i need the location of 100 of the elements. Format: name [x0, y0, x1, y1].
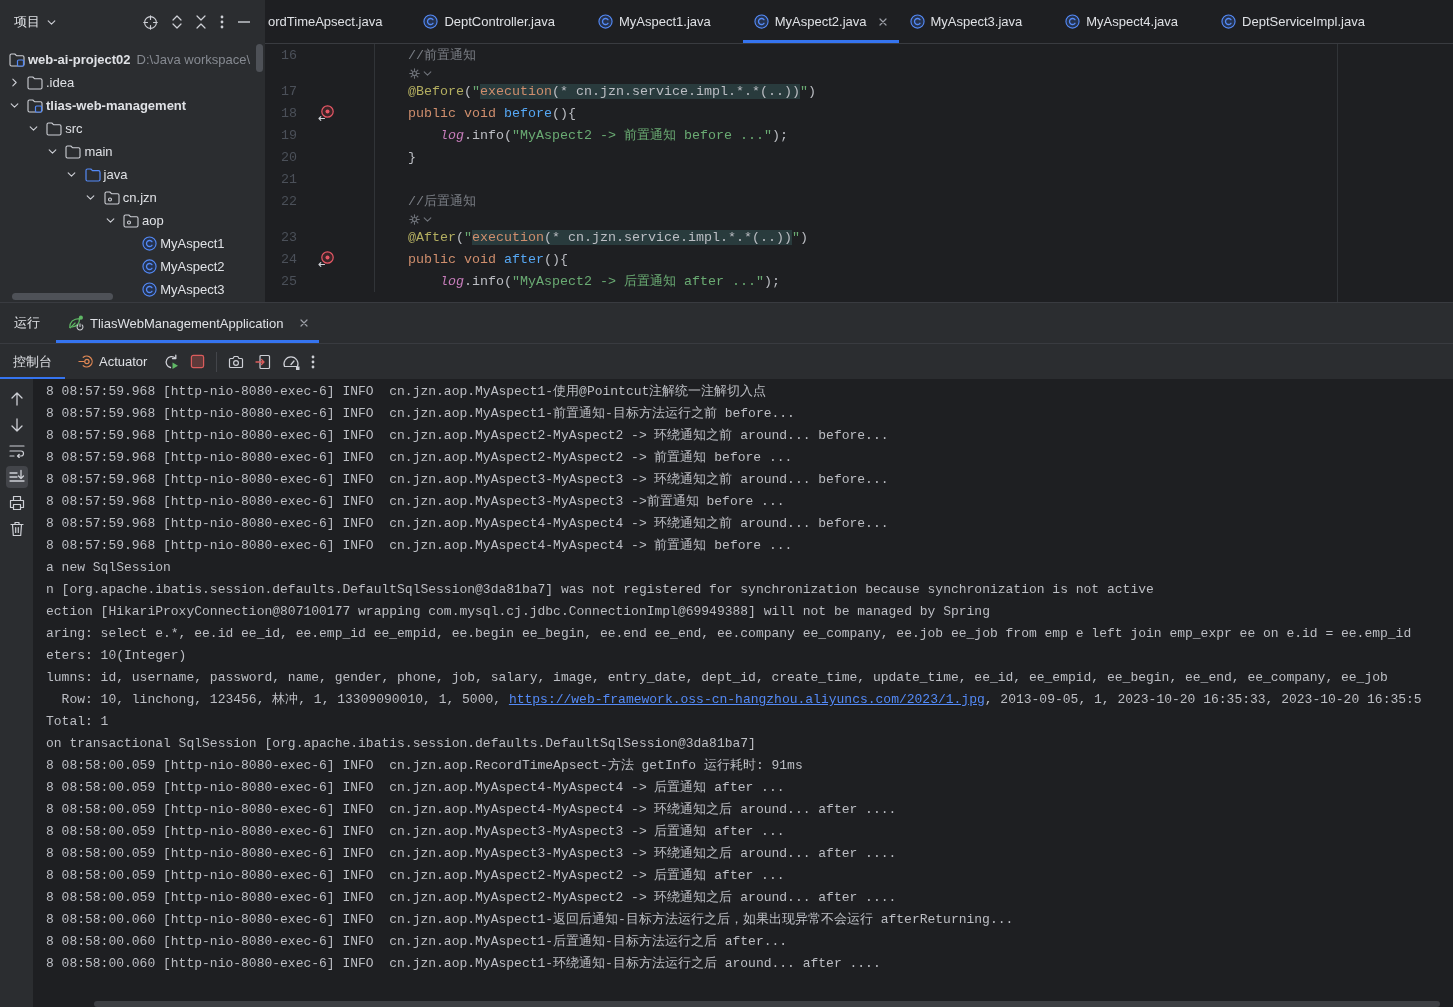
class-icon [423, 14, 439, 29]
console-line: aring: select e.*, ee.id ee_id, ee.emp_id ee_empid, ee.begin ee_begin, ee.end ee_end, ee.company ee_company, ee.job ee_job from emp e left join emp_expr ee on e.id = ee.emp_id [46, 625, 1413, 643]
class-icon [142, 236, 158, 251]
console-line: 8 08:57:59.968 [http-nio-8080-exec-6] INFO cn.jzn.aop.MyAspect1-使用@Pointcut注解统一注解切入点 [46, 383, 768, 401]
class-icon [909, 14, 925, 29]
tree-item[interactable]: web-ai-project02 [28, 52, 131, 67]
console-line: 8 08:57:59.968 [http-nio-8080-exec-6] INFO cn.jzn.aop.MyAspect2-MyAspect2 -> 环绕通知之前 around... before... [46, 427, 890, 445]
class-icon [753, 14, 769, 29]
code-line: @Before("execution(* cn.jzn.service.impl.*.*(..))") [408, 83, 816, 99]
console-line: 8 08:58:00.059 [http-nio-8080-exec-6] INFO cn.jzn.aop.MyAspect4-MyAspect4 -> 环绕通知之后 around... after .... [46, 801, 898, 819]
printer-icon[interactable] [8, 495, 25, 511]
class-icon [597, 14, 613, 29]
console-line: eters: 10(Integer) [46, 647, 188, 665]
console-line: 8 08:58:00.059 [http-nio-8080-exec-6] INFO cn.jzn.aop.MyAspect2-MyAspect2 -> 环绕通知之后 around... after .... [46, 889, 898, 907]
console-line: lumns: id, username, password, name, gender, phone, job, salary, image, entry_date, dept_id, create_time, update_time, ee_id, ee_empid, ee_begin, ee_end, ee_company, ee_job [46, 669, 1389, 687]
code-line: public void after(){ [408, 251, 568, 267]
console-line: Total: 1 [46, 713, 110, 731]
tree-item[interactable]: MyAspect3 [160, 282, 225, 297]
arrow-up-icon[interactable] [10, 392, 23, 406]
sun-icon[interactable] [409, 213, 420, 225]
editor-tab[interactable]: DeptServiceImpl.java [1210, 0, 1397, 43]
horizontal-scrollbar[interactable] [12, 293, 113, 300]
folder-icon [65, 144, 82, 159]
close-icon[interactable] [300, 319, 309, 327]
chevron-down-icon[interactable] [423, 216, 432, 222]
console-line: 8 08:57:59.968 [http-nio-8080-exec-6] INFO cn.jzn.aop.MyAspect4-MyAspect4 -> 前置通知 before ... [46, 537, 794, 555]
camera-icon[interactable] [228, 354, 245, 369]
class-icon [142, 259, 158, 274]
crosshair-icon[interactable] [143, 14, 158, 30]
editor-tab[interactable]: MyAspect3.java [898, 0, 1055, 43]
console-line: ection [HikariProxyConnection@807100177 wrapping com.mysql.cj.jdbc.ConnectionImpl@69949388] will not be managed by Spring [46, 603, 991, 621]
code-line: @After("execution(* cn.jzn.service.impl.*.*(..))") [408, 229, 808, 245]
tree-item[interactable]: MyAspect2 [160, 259, 225, 274]
console-line: 8 08:58:00.060 [http-nio-8080-exec-6] INFO cn.jzn.aop.MyAspect1-后置通知-目标方法运行之后 after... [46, 933, 789, 951]
arrow-down-icon[interactable] [10, 418, 23, 432]
rerun-icon[interactable] [163, 353, 180, 370]
project-path: D:\Java workspace\ [136, 52, 251, 67]
console-line: 8 08:57:59.968 [http-nio-8080-exec-6] INFO cn.jzn.aop.MyAspect1-前置通知-目标方法运行之前 before... [46, 405, 796, 423]
tree-item[interactable]: .idea [46, 75, 75, 90]
console-line: 8 08:58:00.060 [http-nio-8080-exec-6] INFO cn.jzn.aop.MyAspect1-环绕通知-目标方法运行之后 around... after .... [46, 955, 882, 973]
console-line: 8 08:58:00.059 [http-nio-8080-exec-6] INFO cn.jzn.aop.RecordTimeApsect-方法 getInfo 运行耗时: 91ms [46, 757, 804, 775]
code-line: //后置通知 [408, 193, 476, 210]
folder-icon [84, 167, 101, 182]
console-line: 8 08:58:00.060 [http-nio-8080-exec-6] INFO cn.jzn.aop.MyAspect1-返回后通知-目标方法运行之后，如果出现异常不会运行 afterReturning... [46, 911, 1015, 929]
panel-tab[interactable]: Actuator [65, 344, 161, 379]
soft-wrap-icon[interactable] [8, 444, 25, 458]
tree-item[interactable]: cn.jzn [122, 190, 157, 205]
trash-icon[interactable] [9, 521, 24, 537]
door-arrow-icon[interactable] [255, 353, 272, 370]
folder-icon [46, 121, 63, 136]
code-line: //前置通知 [408, 47, 476, 64]
editor-tab[interactable]: MyAspect1.java [586, 0, 743, 43]
code-line: } [408, 149, 416, 165]
console-line: 8 08:58:00.059 [http-nio-8080-exec-6] INFO cn.jzn.aop.MyAspect4-MyAspect4 -> 后置通知 after ... [46, 779, 786, 797]
tool-window-title: 运行 [14, 314, 40, 332]
chevron-down-icon[interactable] [423, 70, 432, 76]
code-line: log.info("MyAspect2 -> 后置通知 after ..."); [439, 273, 780, 290]
console-line: n [org.apache.ibatis.session.defaults.DefaultSqlSession@3da81ba7] was not registered for synchronization because synchronization is not active [46, 581, 1155, 599]
console-line: 8 08:57:59.968 [http-nio-8080-exec-6] INFO cn.jzn.aop.MyAspect4-MyAspect4 -> 环绕通知之前 around... before... [46, 515, 890, 533]
horizontal-scrollbar[interactable] [94, 1001, 1440, 1007]
gauge-icon[interactable] [282, 353, 301, 370]
scroll-to-end-icon[interactable] [5, 466, 28, 488]
vertical-scrollbar[interactable] [256, 44, 263, 72]
sun-icon[interactable] [409, 67, 420, 79]
console-line: 8 08:57:59.968 [http-nio-8080-exec-6] INFO cn.jzn.aop.MyAspect2-MyAspect2 -> 前置通知 before ... [46, 449, 794, 467]
console-line: 8 08:57:59.968 [http-nio-8080-exec-6] INFO cn.jzn.aop.MyAspect3-MyAspect3 ->前置通知 before ... [46, 493, 786, 511]
editor-tab[interactable]: MyAspect2.java [742, 0, 899, 43]
console-line: Row: 10, linchong, 123456, 林冲, 1, 13309090010, 1, 5000, https://web-framework.oss-cn-hangzhou.aliyuncs.com/2023/1.jpg, 2013-09-05, 1, 2023-10-20 16:35:33, 2023-10-20 16:35:5 [60, 691, 1423, 709]
console-line: 8 08:58:00.059 [http-nio-8080-exec-6] INFO cn.jzn.aop.MyAspect3-MyAspect3 -> 后置通知 after ... [46, 823, 786, 841]
console-line: 8 08:58:00.059 [http-nio-8080-exec-6] INFO cn.jzn.aop.MyAspect2-MyAspect2 -> 后置通知 after ... [46, 867, 786, 885]
code-line: log.info("MyAspect2 -> 前置通知 before ..."); [439, 127, 788, 144]
console-link[interactable]: https://web-framework.oss-cn-hangzhou.aliyuncs.com/2023/1.jpg [508, 692, 985, 707]
tree-item[interactable]: aop [142, 213, 164, 228]
editor-tab[interactable]: MyAspect4.java [1054, 0, 1211, 43]
tree-item[interactable]: MyAspect1 [160, 236, 225, 251]
chevrons-apart-icon[interactable] [172, 15, 182, 29]
class-icon [1065, 14, 1081, 29]
editor-tab[interactable]: ordTimeApsect.java [265, 0, 413, 43]
tree-item[interactable]: java [103, 167, 128, 182]
editor-tab[interactable]: DeptController.java [412, 0, 587, 43]
more-icon[interactable] [220, 15, 224, 29]
tree-item[interactable]: tlias-web-management [46, 98, 187, 113]
chevrons-together-icon[interactable] [196, 15, 206, 29]
class-icon [1221, 14, 1237, 29]
project-view-selector[interactable]: 项目 [12, 11, 58, 33]
stop-icon[interactable] [190, 354, 206, 369]
more-icon[interactable] [311, 354, 316, 369]
close-icon[interactable] [878, 17, 887, 26]
chevron-right-icon[interactable] [11, 78, 17, 87]
target-icon [78, 354, 93, 369]
class-icon [142, 282, 158, 297]
console-line: 8 08:57:59.968 [http-nio-8080-exec-6] INFO cn.jzn.aop.MyAspect3-MyAspect3 -> 环绕通知之前 around... before... [46, 471, 890, 489]
tree-item[interactable]: main [84, 144, 113, 159]
chevron-down-icon [47, 19, 56, 25]
folder-icon [27, 75, 43, 90]
code-line: public void before(){ [408, 105, 576, 121]
console-line: 8 08:58:00.059 [http-nio-8080-exec-6] INFO cn.jzn.aop.MyAspect3-MyAspect3 -> 环绕通知之后 around... after .... [46, 845, 898, 863]
console-line: on transactional SqlSession [org.apache.ibatis.session.defaults.DefaultSqlSession@3da81ba7] [46, 735, 757, 753]
tree-item[interactable]: src [65, 121, 83, 136]
console-line: a new SqlSession [46, 559, 172, 577]
